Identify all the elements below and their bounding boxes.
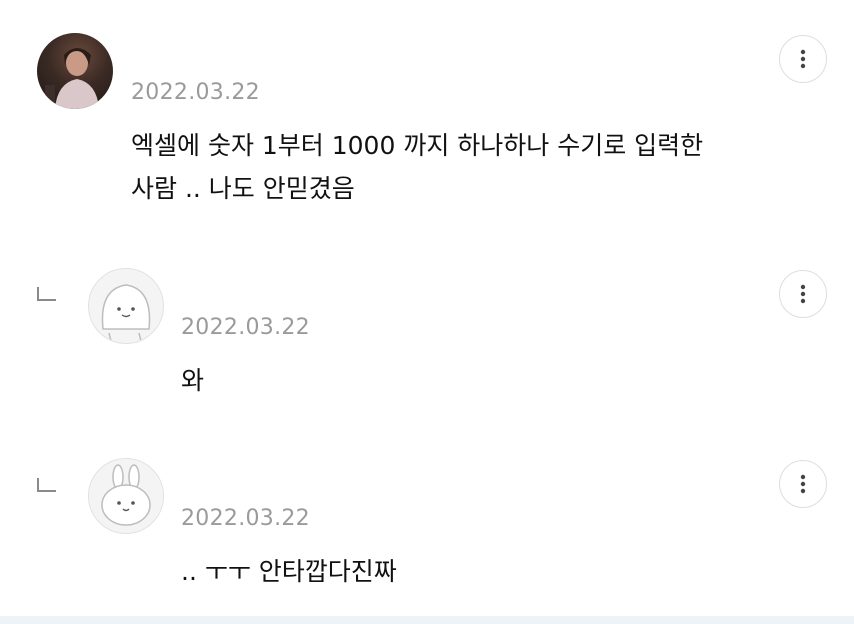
- bottom-divider: [0, 616, 854, 624]
- comment-date: 2022.03.22: [131, 80, 260, 105]
- more-options-button[interactable]: [779, 35, 827, 83]
- bunny-face-icon: [101, 464, 151, 526]
- more-vertical-icon: [800, 49, 806, 69]
- avatar[interactable]: [37, 33, 113, 109]
- comment-date: 2022.03.22: [181, 506, 310, 531]
- comment-date: 2022.03.22: [181, 315, 310, 340]
- person-photo-icon: [45, 48, 99, 109]
- more-options-button[interactable]: [779, 460, 827, 508]
- comment-text: .. ㅜㅜ 안타깝다진짜: [181, 557, 397, 586]
- comment-text: 와: [181, 366, 205, 395]
- avatar[interactable]: [88, 458, 164, 534]
- reply-arrow-icon: [37, 478, 56, 492]
- avatar[interactable]: [88, 268, 164, 344]
- reply-arrow-icon: [37, 287, 56, 301]
- more-vertical-icon: [800, 284, 806, 304]
- more-options-button[interactable]: [779, 270, 827, 318]
- blob-face-icon: [101, 284, 151, 342]
- more-vertical-icon: [800, 474, 806, 494]
- comment-text-line-2: 사람 .. 나도 안믿겼음: [131, 174, 355, 203]
- comment-text-line-1: 엑셀에 숫자 1부터 1000 까지 하나하나 수기로 입력한: [131, 131, 704, 160]
